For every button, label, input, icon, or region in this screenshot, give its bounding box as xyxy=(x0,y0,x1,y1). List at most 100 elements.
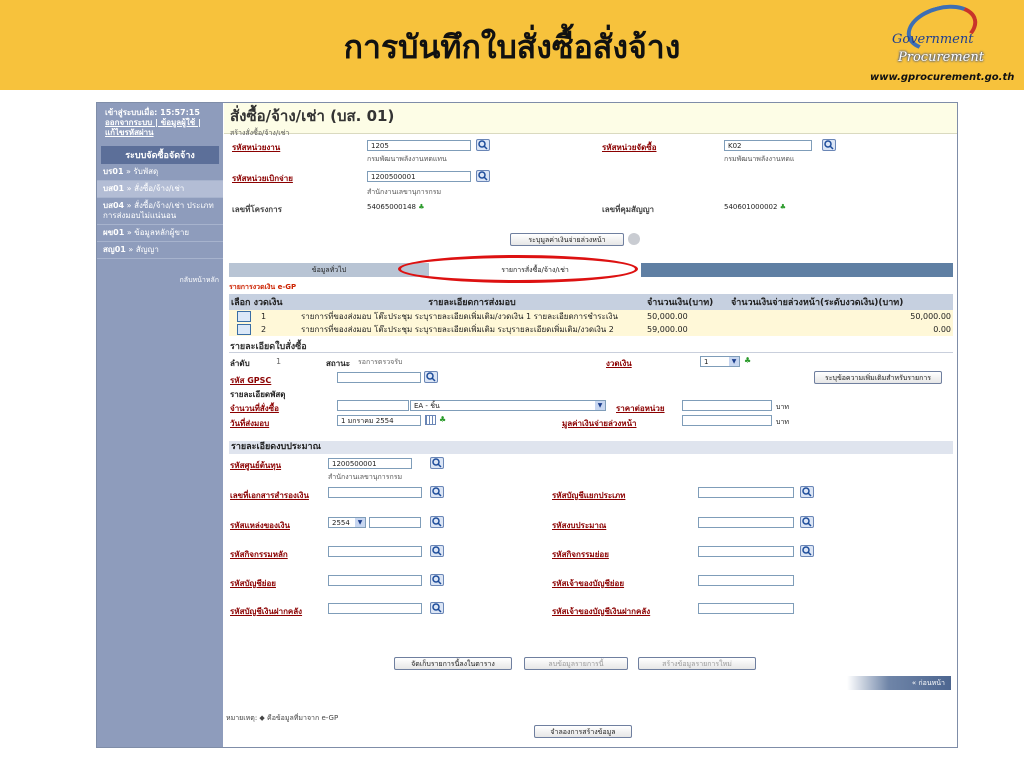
sidebar-item-code: สญ01 xyxy=(103,245,126,254)
reserve-doc-field[interactable] xyxy=(328,487,422,498)
simulate-button[interactable]: จำลองการสร้างข้อมูล xyxy=(534,725,632,738)
calendar-icon[interactable] xyxy=(425,415,436,425)
sub-activity-label[interactable]: รหัสกิจกรรมย่อย xyxy=(552,548,609,561)
deposit-owner-field[interactable] xyxy=(698,603,794,614)
disbursing-unit-search-button[interactable] xyxy=(476,170,490,182)
contract-label: เลขที่คุมสัญญา xyxy=(602,205,655,214)
sidebar-item-vendor[interactable]: ผข01 » ข้อมูลหลักผู้ขาย xyxy=(97,225,223,242)
sub-account-search-button[interactable] xyxy=(430,574,444,586)
delivery-date-label[interactable]: วันที่ส่งมอบ xyxy=(230,417,269,430)
sidebar-item-contract[interactable]: สญ01 » สัญญา xyxy=(97,242,223,259)
chevron-down-icon: ▼ xyxy=(355,518,365,527)
qty-label[interactable]: จำนวนที่สั่งซื้อ xyxy=(230,402,279,415)
cost-center-search-button[interactable] xyxy=(430,457,444,469)
save-row-button[interactable]: จัดเก็บรายการนี้ลงในตาราง xyxy=(394,657,512,670)
search-icon xyxy=(432,575,442,585)
installment-select[interactable]: 1 ▼ xyxy=(700,356,740,367)
budget-code-label[interactable]: รหัสงบประมาณ xyxy=(552,519,606,532)
search-icon xyxy=(432,546,442,556)
contract-number: 540601000002 xyxy=(724,203,778,211)
sub-account-field[interactable] xyxy=(328,575,422,586)
delivery-date-field[interactable]: 1 มกราคม 2554 xyxy=(337,415,421,426)
search-icon xyxy=(478,140,488,150)
row-select-cell[interactable]: 1 xyxy=(229,310,299,323)
order-value: 1 xyxy=(276,357,282,366)
egp-leaf-icon: ♣ xyxy=(439,415,447,424)
back-to-home-link[interactable]: กลับหน้าหลัก xyxy=(97,259,223,286)
logo-url: www.gprocurement.go.th xyxy=(870,72,1015,83)
cost-center-label[interactable]: รหัสศูนย์ต้นทุน xyxy=(230,459,281,472)
fund-year-select[interactable]: 2554 ▼ xyxy=(328,517,366,528)
user-links[interactable]: ออกจากระบบ | ข้อมูลผู้ใช้ | แก้ไขรหัสผ่า… xyxy=(105,118,201,137)
main-activity-label[interactable]: รหัสกิจกรรมหลัก xyxy=(230,548,288,561)
deposit-search-button[interactable] xyxy=(430,602,444,614)
installment-label[interactable]: งวดเงิน xyxy=(606,357,632,370)
po-detail-heading: รายละเอียดใบสั่งซื้อ xyxy=(230,342,307,352)
gl-search-button[interactable] xyxy=(800,486,814,498)
previous-button[interactable]: « ก่อนหน้า xyxy=(847,676,951,690)
new-row-button[interactable]: สร้างข้อมูลรายการใหม่ xyxy=(638,657,756,670)
agency-field[interactable]: 1205 xyxy=(367,140,471,151)
sub-account-label[interactable]: รหัสบัญชีย่อย xyxy=(230,577,276,590)
gpsc-search-button[interactable] xyxy=(424,371,438,383)
disbursing-unit-label[interactable]: รหัสหน่วยเบิกจ่าย xyxy=(232,172,293,185)
reserve-doc-label[interactable]: เลขที่เอกสารสำรองเงิน xyxy=(230,489,309,502)
purchasing-unit-search-button[interactable] xyxy=(822,139,836,151)
search-icon xyxy=(478,171,488,181)
search-icon xyxy=(802,487,812,497)
table-row[interactable]: 2 รายการที่ของส่งมอบ โต๊ะประชุม ระบุรายล… xyxy=(229,323,953,336)
column-header: จำนวนเงินจ่ายล่วงหน้า(ระดับงวดเงิน)(บาท) xyxy=(729,294,953,310)
cost-center-field[interactable]: 1200500001 xyxy=(328,458,412,469)
deposit-owner-label[interactable]: รหัสเจ้าของบัญชีเงินฝากคลัง xyxy=(552,605,650,618)
sidebar-section-title: ระบบจัดซื้อจัดจ้าง xyxy=(101,146,219,164)
sidebar-item-purchase-order[interactable]: บส01 » สั่งซื้อ/จ้าง/เช่า xyxy=(97,181,223,198)
deposit-label[interactable]: รหัสบัญชีเงินฝากคลัง xyxy=(230,605,302,618)
deposit-field[interactable] xyxy=(328,603,422,614)
main-activity-field[interactable] xyxy=(328,546,422,557)
sub-activity-field[interactable] xyxy=(698,546,794,557)
sub-account-owner-label[interactable]: รหัสเจ้าของบัญชีย่อย xyxy=(552,577,624,590)
unit-price-label[interactable]: ราคาต่อหน่วย xyxy=(616,402,665,415)
unit-price-field[interactable] xyxy=(682,400,772,411)
advance-amount-field[interactable] xyxy=(682,415,772,426)
reserve-doc-search-button[interactable] xyxy=(430,486,444,498)
sidebar-item-uncertain-delivery[interactable]: บส04 » สั่งซื้อ/จ้าง/เช่า ประเภทการส่งมอ… xyxy=(97,198,223,225)
page-title: สั่งซื้อ/จ้าง/เช่า (บส. 01) xyxy=(230,107,395,125)
search-icon xyxy=(432,517,442,527)
fund-source-label[interactable]: รหัสแหล่งของเงิน xyxy=(230,519,290,532)
sidebar-item-receive[interactable]: บร01 » รับพัสดุ xyxy=(97,164,223,181)
budget-code-search-button[interactable] xyxy=(800,516,814,528)
fund-source-field[interactable] xyxy=(369,517,421,528)
extra-text-button[interactable]: ระบุข้อความเพิ่มเติมสำหรับรายการ xyxy=(814,371,942,384)
budget-code-field[interactable] xyxy=(698,517,794,528)
gl-label[interactable]: รหัสบัญชีแยกประเภท xyxy=(552,489,625,502)
purchasing-unit-field[interactable]: K02 xyxy=(724,140,812,151)
sub-account-owner-field[interactable] xyxy=(698,575,794,586)
advance-amount-label[interactable]: มูลค่าเงินจ่ายล่วงหน้า xyxy=(562,417,637,430)
search-icon xyxy=(802,546,812,556)
disbursing-unit-field[interactable]: 1200500001 xyxy=(367,171,471,182)
table-row[interactable]: 1 รายการที่ของส่งมอบ โต๊ะประชุม ระบุรายล… xyxy=(229,310,953,323)
sidebar-item-label: ข้อมูลหลักผู้ขาย xyxy=(134,228,190,237)
gpsc-label[interactable]: รหัส GPSC xyxy=(230,374,271,387)
row-select-cell[interactable]: 2 xyxy=(229,323,299,336)
fund-source-search-button[interactable] xyxy=(430,516,444,528)
gpsc-field[interactable] xyxy=(337,372,421,383)
check-icon xyxy=(628,233,640,245)
advance-payment-button[interactable]: ระบุมูลค่าเงินจ่ายล่วงหน้า xyxy=(510,233,624,246)
unit-selected: EA - ชิ้น xyxy=(414,402,440,410)
folder-icon[interactable] xyxy=(237,324,251,335)
gl-field[interactable] xyxy=(698,487,794,498)
purchasing-unit-label[interactable]: รหัสหน่วยจัดซื้อ xyxy=(602,141,657,154)
delete-row-button[interactable]: ลบข้อมูลรายการนี้ xyxy=(524,657,628,670)
qty-field[interactable] xyxy=(337,400,409,411)
purchasing-unit-name: กรมพัฒนาพลังงานทดแ xyxy=(724,155,795,163)
unit-select[interactable]: EA - ชิ้น ▼ xyxy=(410,400,606,411)
folder-icon[interactable] xyxy=(237,311,251,322)
banner-title: การบันทึกใบสั่งซื้อสั่งจ้าง xyxy=(343,28,681,66)
agency-label[interactable]: รหัสหน่วยงาน xyxy=(232,141,280,154)
status-label: สถานะ xyxy=(326,359,350,368)
main-activity-search-button[interactable] xyxy=(430,545,444,557)
sub-activity-search-button[interactable] xyxy=(800,545,814,557)
agency-search-button[interactable] xyxy=(476,139,490,151)
